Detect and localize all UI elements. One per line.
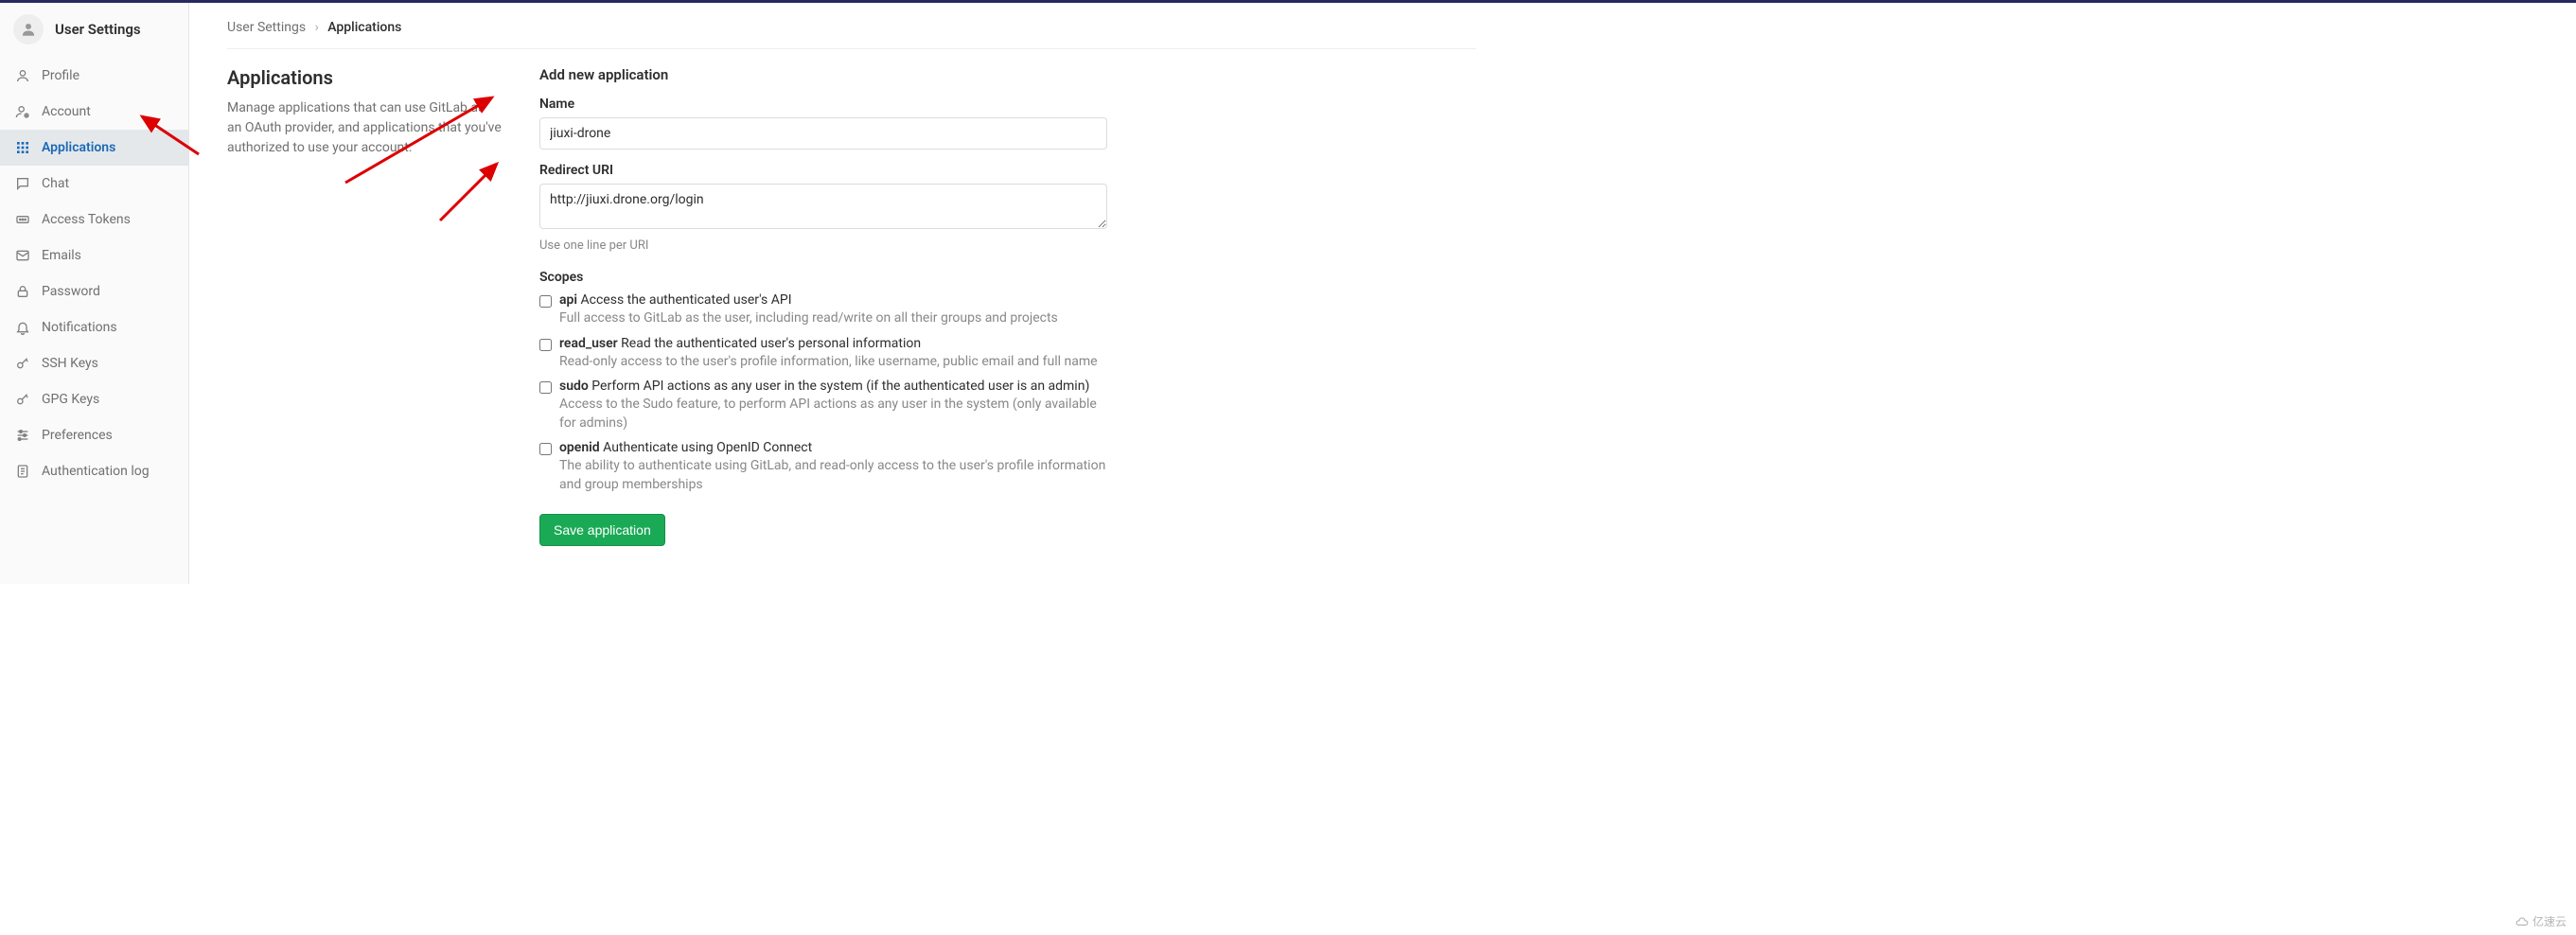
- sidebar-item-label: Notifications: [42, 320, 117, 335]
- breadcrumb-current: Applications: [327, 20, 401, 35]
- chat-icon: [15, 176, 30, 191]
- watermark: 亿速云: [2515, 913, 2567, 929]
- scope-row-openid: openid Authenticate using OpenID Connect…: [539, 440, 1107, 494]
- main-content: User Settings › Applications Application…: [189, 3, 1514, 584]
- sidebar-item-label: Emails: [42, 248, 81, 263]
- scope-row-sudo: sudo Perform API actions as any user in …: [539, 379, 1107, 432]
- redirect-uri-input[interactable]: [539, 184, 1107, 229]
- sidebar-nav: Profile Account Applications Chat Access Tok…: [0, 58, 188, 489]
- sidebar: User Settings Profile Account Applications…: [0, 3, 189, 584]
- name-input[interactable]: [539, 117, 1107, 150]
- sidebar-item-label: Preferences: [42, 428, 113, 443]
- mail-icon: [15, 248, 30, 263]
- scope-desc: Access to the Sudo feature, to perform A…: [559, 396, 1107, 432]
- sidebar-item-gpg-keys[interactable]: GPG Keys: [0, 381, 188, 417]
- key-icon: [15, 392, 30, 407]
- sidebar-item-account[interactable]: Account: [0, 94, 188, 130]
- breadcrumb: User Settings › Applications: [227, 3, 1476, 49]
- scope-desc: The ability to authenticate using GitLab…: [559, 457, 1107, 494]
- scope-desc: Full access to GitLab as the user, inclu…: [559, 309, 1107, 328]
- token-icon: [15, 212, 30, 227]
- sidebar-item-notifications[interactable]: Notifications: [0, 309, 188, 345]
- sidebar-item-access-tokens[interactable]: Access Tokens: [0, 202, 188, 238]
- sidebar-item-label: Applications: [42, 140, 115, 155]
- scope-checkbox-openid[interactable]: [539, 443, 552, 455]
- page-intro: Applications Manage applications that ca…: [227, 66, 502, 546]
- sidebar-item-profile[interactable]: Profile: [0, 58, 188, 94]
- sidebar-item-chat[interactable]: Chat: [0, 166, 188, 202]
- page-title: Applications: [227, 66, 502, 89]
- lock-icon: [15, 284, 30, 299]
- sidebar-item-label: SSH Keys: [42, 356, 98, 371]
- page-description: Manage applications that can use GitLab …: [227, 98, 502, 158]
- scope-row-read_user: read_user Read the authenticated user's …: [539, 336, 1107, 372]
- sidebar-item-label: Account: [42, 104, 91, 119]
- application-form: Add new application Name Redirect URI Us…: [539, 66, 1107, 546]
- chevron-right-icon: ›: [315, 20, 319, 35]
- redirect-uri-hint: Use one line per URI: [539, 238, 1107, 253]
- sidebar-item-label: Access Tokens: [42, 212, 131, 227]
- avatar: [13, 14, 44, 44]
- scope-title: api Access the authenticated user's API: [559, 292, 1107, 308]
- sidebar-item-label: GPG Keys: [42, 392, 99, 407]
- sidebar-item-ssh-keys[interactable]: SSH Keys: [0, 345, 188, 381]
- scope-desc: Read-only access to the user's profile i…: [559, 353, 1107, 372]
- account-icon: [15, 104, 30, 119]
- log-icon: [15, 464, 30, 479]
- sidebar-item-preferences[interactable]: Preferences: [0, 417, 188, 453]
- sidebar-header: User Settings: [0, 3, 188, 58]
- scope-checkbox-read_user[interactable]: [539, 339, 552, 351]
- sidebar-title: User Settings: [55, 21, 141, 38]
- scopes-list: api Access the authenticated user's APIF…: [539, 292, 1107, 495]
- scope-title: read_user Read the authenticated user's …: [559, 336, 1107, 351]
- sidebar-item-label: Profile: [42, 68, 79, 83]
- sidebar-item-label: Chat: [42, 176, 69, 191]
- form-heading: Add new application: [539, 66, 1107, 83]
- scope-checkbox-sudo[interactable]: [539, 381, 552, 394]
- sliders-icon: [15, 428, 30, 443]
- breadcrumb-root[interactable]: User Settings: [227, 20, 306, 35]
- scope-row-api: api Access the authenticated user's APIF…: [539, 292, 1107, 328]
- scopes-label: Scopes: [539, 270, 1107, 285]
- save-application-button[interactable]: Save application: [539, 514, 665, 546]
- apps-icon: [15, 140, 30, 155]
- sidebar-item-password[interactable]: Password: [0, 273, 188, 309]
- scope-checkbox-api[interactable]: [539, 295, 552, 308]
- sidebar-item-authentication-log[interactable]: Authentication log: [0, 453, 188, 489]
- sidebar-item-emails[interactable]: Emails: [0, 238, 188, 273]
- scope-title: openid Authenticate using OpenID Connect: [559, 440, 1107, 455]
- profile-icon: [15, 68, 30, 83]
- redirect-uri-label: Redirect URI: [539, 163, 1107, 178]
- sidebar-item-label: Password: [42, 284, 100, 299]
- sidebar-item-label: Authentication log: [42, 464, 150, 479]
- sidebar-item-applications[interactable]: Applications: [0, 130, 188, 166]
- name-label: Name: [539, 97, 1107, 112]
- bell-icon: [15, 320, 30, 335]
- scope-title: sudo Perform API actions as any user in …: [559, 379, 1107, 394]
- key-icon: [15, 356, 30, 371]
